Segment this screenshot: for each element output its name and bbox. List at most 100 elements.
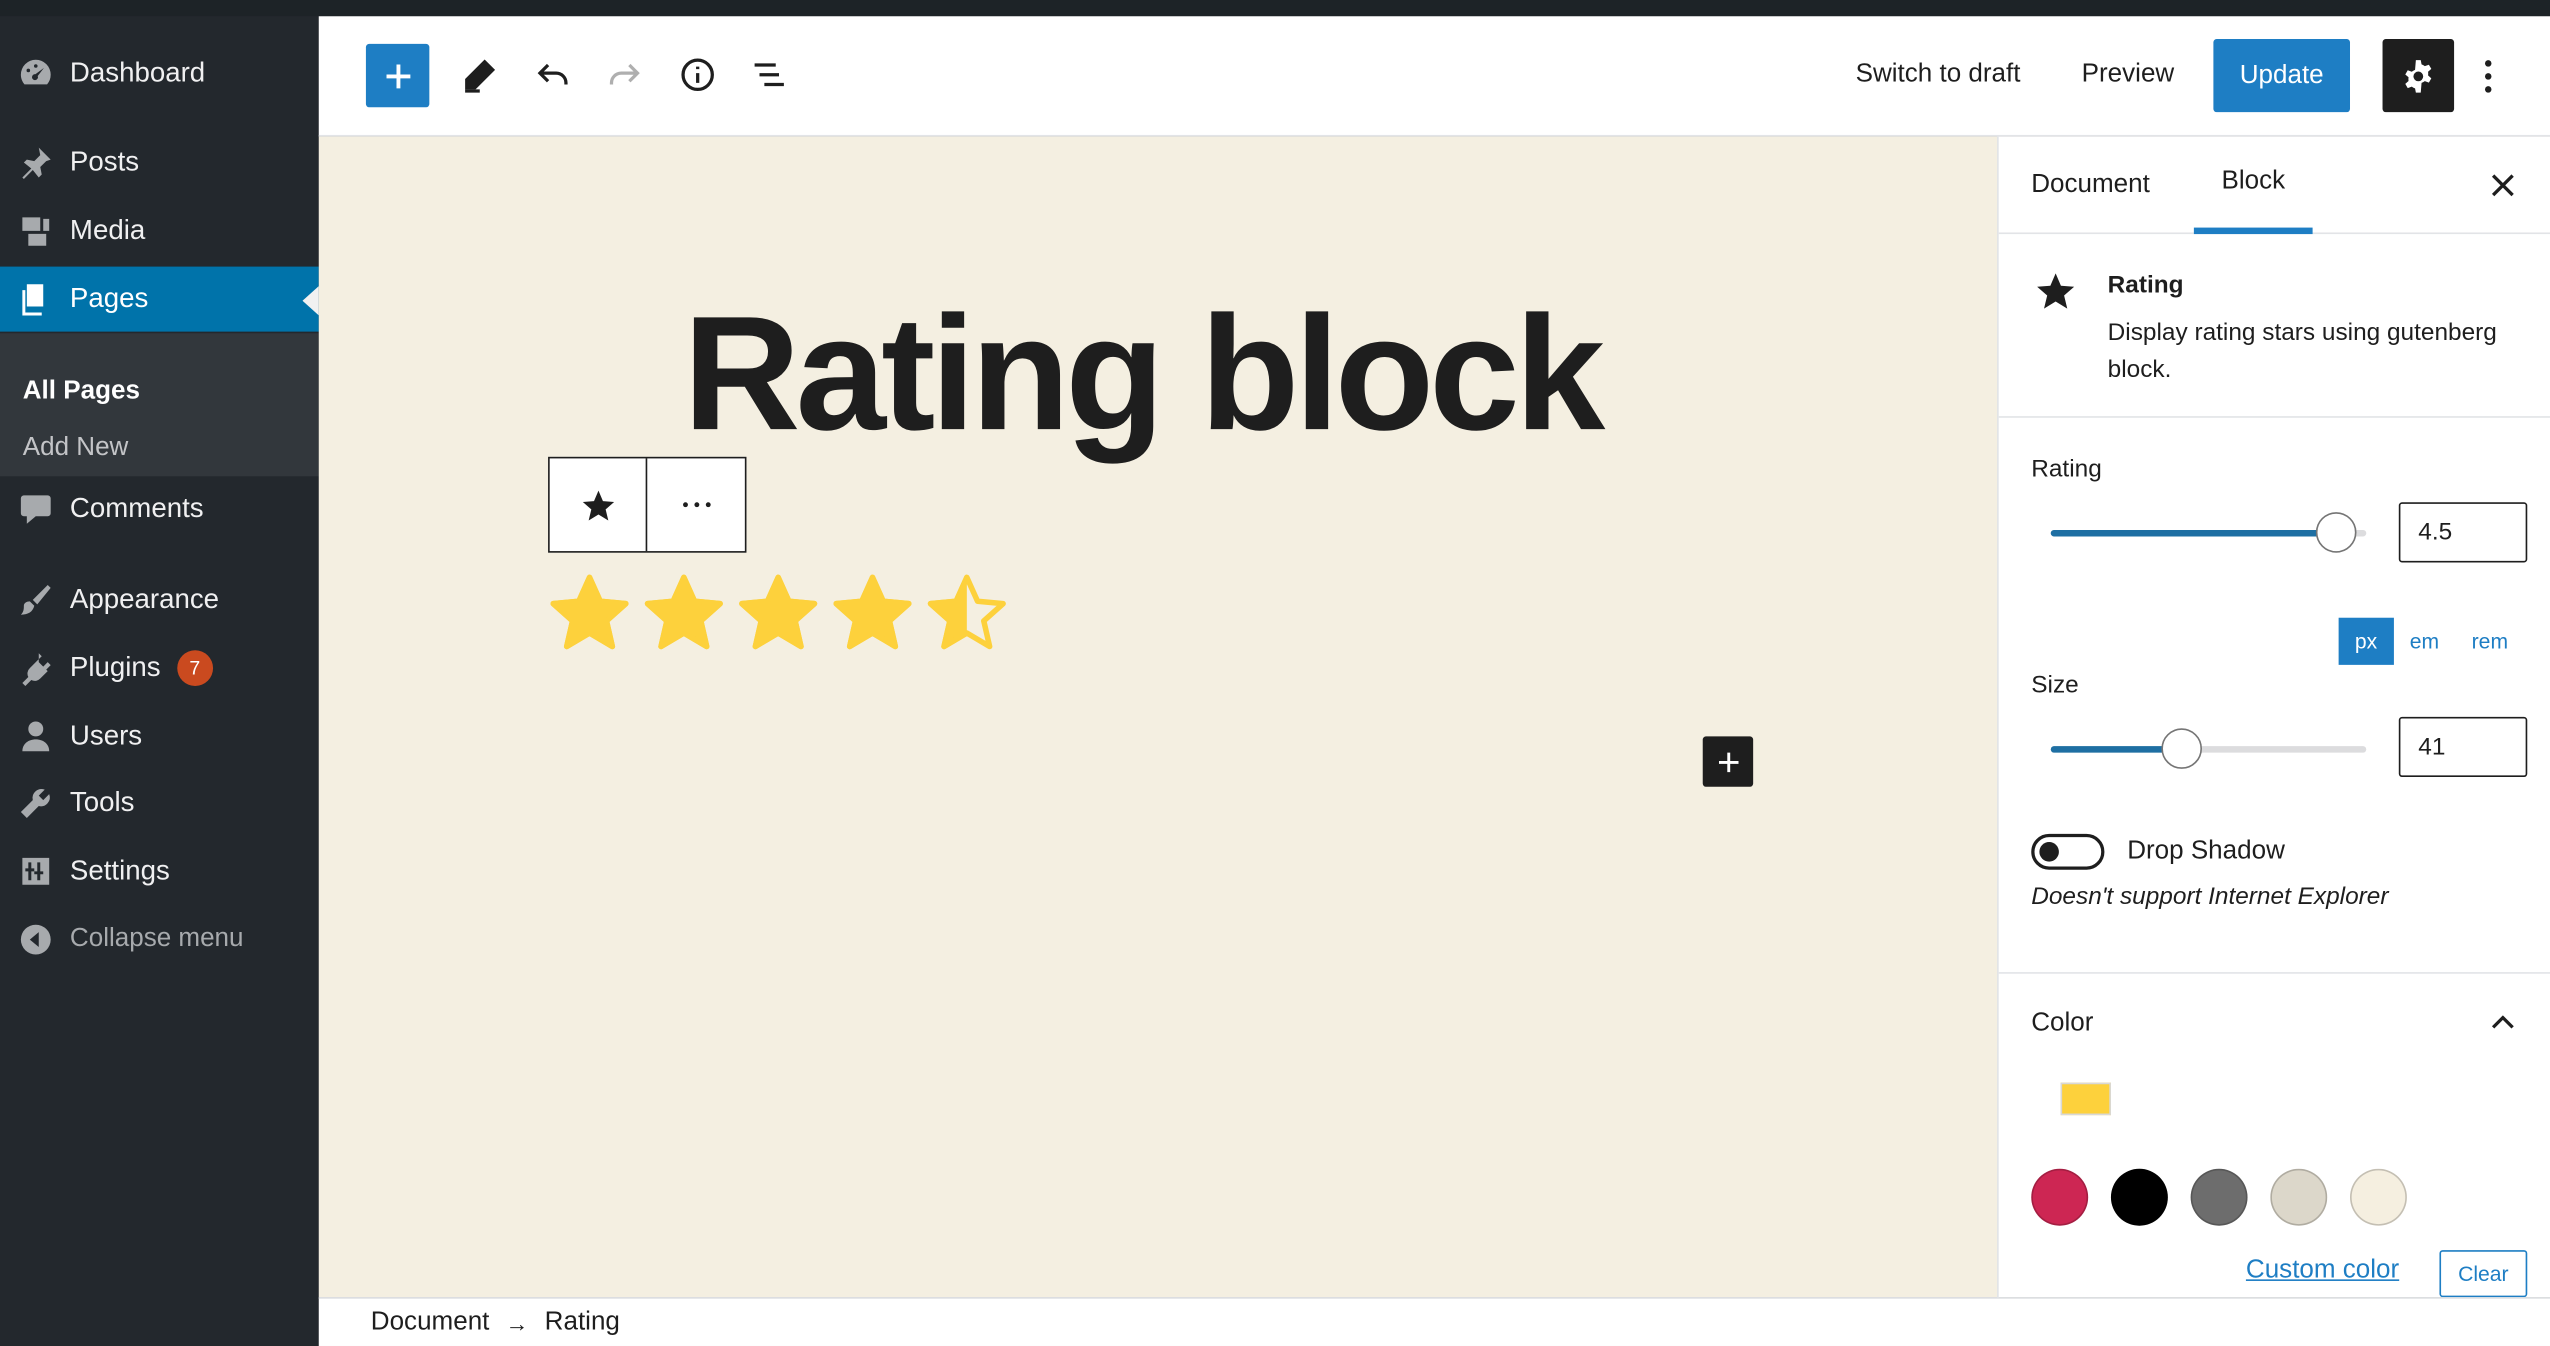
pages-icon: [16, 280, 55, 319]
menu-item-comments[interactable]: Comments: [0, 476, 319, 541]
plugins-update-badge: 7: [176, 650, 213, 687]
settings-toggle-button[interactable]: [2382, 39, 2455, 113]
menu-label: Comments: [69, 492, 204, 524]
block-inserter-button[interactable]: [365, 43, 430, 108]
rating-slider[interactable]: [2050, 512, 2367, 553]
submenu-all-pages[interactable]: All Pages: [23, 377, 140, 406]
menu-item-appearance[interactable]: Appearance: [0, 567, 319, 632]
rating-star[interactable]: [548, 572, 631, 655]
update-button[interactable]: Update: [2213, 39, 2351, 113]
block-card-description: Display rating stars using gutenberg blo…: [2107, 318, 2497, 384]
plugin-icon: [16, 649, 55, 688]
editor-canvas[interactable]: Rating block: [318, 136, 1998, 1298]
menu-label: Settings: [69, 855, 170, 886]
color-swatch[interactable]: [2110, 1168, 2168, 1226]
color-palette: [2031, 1168, 2407, 1226]
menu-label: Dashboard: [69, 56, 206, 88]
brush-icon: [16, 580, 55, 619]
rating-star[interactable]: [831, 572, 914, 655]
collapse-menu-button[interactable]: Collapse menu: [0, 907, 319, 972]
drop-shadow-help: Doesn't support Internet Explorer: [2031, 882, 2389, 911]
size-label: Size: [2031, 671, 2079, 700]
color-swatch[interactable]: [2350, 1168, 2407, 1226]
block-type-button[interactable]: [550, 458, 648, 552]
rating-stars[interactable]: [548, 572, 1008, 655]
pages-submenu: All Pages Add New: [0, 333, 319, 477]
menu-item-users[interactable]: Users: [0, 704, 319, 769]
tools-button[interactable]: [454, 49, 506, 101]
redo-icon: [609, 63, 640, 85]
gear-icon: [2405, 59, 2432, 92]
menu-label: Pages: [69, 282, 149, 314]
collapse-panel-button[interactable]: [2487, 1006, 2520, 1039]
size-number-input[interactable]: 41: [2398, 716, 2528, 778]
custom-color-button[interactable]: Custom color: [2246, 1257, 2399, 1286]
menu-label: Appearance: [69, 583, 220, 615]
close-sidebar-button[interactable]: [2487, 169, 2520, 202]
block-more-options-button[interactable]: [647, 458, 745, 551]
menu-label: Users: [69, 720, 143, 752]
outline-button[interactable]: [743, 49, 795, 101]
media-icon: [16, 211, 55, 250]
size-unit-selector: px em rem: [2338, 617, 2525, 665]
details-button[interactable]: [672, 49, 724, 101]
dashboard-icon: [16, 54, 55, 93]
submenu-add-new[interactable]: Add New: [23, 434, 129, 463]
switch-to-draft-button[interactable]: Switch to draft: [1856, 60, 2021, 89]
menu-item-media[interactable]: Media: [0, 198, 319, 263]
color-swatch[interactable]: [2190, 1168, 2248, 1226]
clear-color-button[interactable]: Clear: [2439, 1250, 2528, 1298]
rating-star[interactable]: [642, 572, 725, 655]
undo-button[interactable]: [527, 49, 579, 101]
menu-item-dashboard[interactable]: Dashboard: [0, 41, 319, 106]
block-toolbar: [548, 456, 747, 553]
menu-item-tools[interactable]: Tools: [0, 771, 319, 836]
rating-slider-thumb[interactable]: [2315, 512, 2356, 553]
color-swatch[interactable]: [2270, 1168, 2328, 1226]
sliders-icon: [16, 852, 55, 891]
breadcrumb-document[interactable]: Document: [371, 1308, 490, 1337]
menu-label: Tools: [69, 786, 135, 818]
sidebar-tabs: Document Block: [1998, 137, 2550, 235]
drop-shadow-toggle[interactable]: [2031, 833, 2105, 870]
rating-star[interactable]: [737, 572, 820, 655]
block-card: Rating Display rating stars using gutenb…: [1998, 234, 2550, 418]
color-panel-title: Color: [2031, 1009, 2094, 1038]
star-icon: [2035, 270, 2077, 312]
color-swatch[interactable]: [2031, 1168, 2089, 1226]
post-title[interactable]: Rating block: [683, 293, 1605, 456]
menu-item-pages[interactable]: Pages: [0, 266, 319, 332]
menu-item-settings[interactable]: Settings: [0, 839, 319, 904]
current-color-indicator: [2060, 1082, 2111, 1116]
comment-icon: [16, 489, 55, 528]
unit-em[interactable]: em: [2393, 618, 2455, 665]
menu-item-posts[interactable]: Posts: [0, 130, 319, 195]
more-options-button[interactable]: [2469, 52, 2508, 101]
size-slider[interactable]: [2050, 728, 2367, 769]
rating-number-input[interactable]: 4.5: [2398, 502, 2528, 563]
drop-shadow-label: Drop Shadow: [2127, 837, 2285, 865]
menu-label: Posts: [69, 146, 140, 178]
undo-icon: [537, 63, 568, 85]
tab-document[interactable]: Document: [2031, 137, 2150, 235]
unit-px[interactable]: px: [2338, 617, 2394, 665]
unit-rem[interactable]: rem: [2455, 618, 2524, 665]
block-card-title: Rating: [2107, 271, 2184, 300]
size-slider-thumb[interactable]: [2160, 728, 2202, 769]
color-panel: Color Custom color Clear: [1998, 972, 2550, 1298]
add-block-button[interactable]: [1702, 736, 1754, 787]
breadcrumb-rating[interactable]: Rating: [545, 1308, 620, 1337]
preview-button[interactable]: Preview: [2082, 60, 2175, 89]
top-bar: [0, 0, 2550, 17]
wrench-icon: [16, 784, 55, 823]
menu-label: Plugins: [69, 651, 161, 683]
menu-item-plugins[interactable]: Plugins 7: [0, 636, 319, 701]
plus-icon: [385, 63, 410, 88]
close-icon: [2491, 174, 2514, 197]
block-breadcrumb: Document → Rating: [318, 1297, 2550, 1346]
rating-star[interactable]: [925, 572, 1008, 655]
tab-block[interactable]: Block: [2193, 137, 2313, 235]
list-view-icon: [754, 63, 784, 87]
menu-label: Media: [69, 214, 146, 246]
redo-button[interactable]: [598, 49, 650, 101]
